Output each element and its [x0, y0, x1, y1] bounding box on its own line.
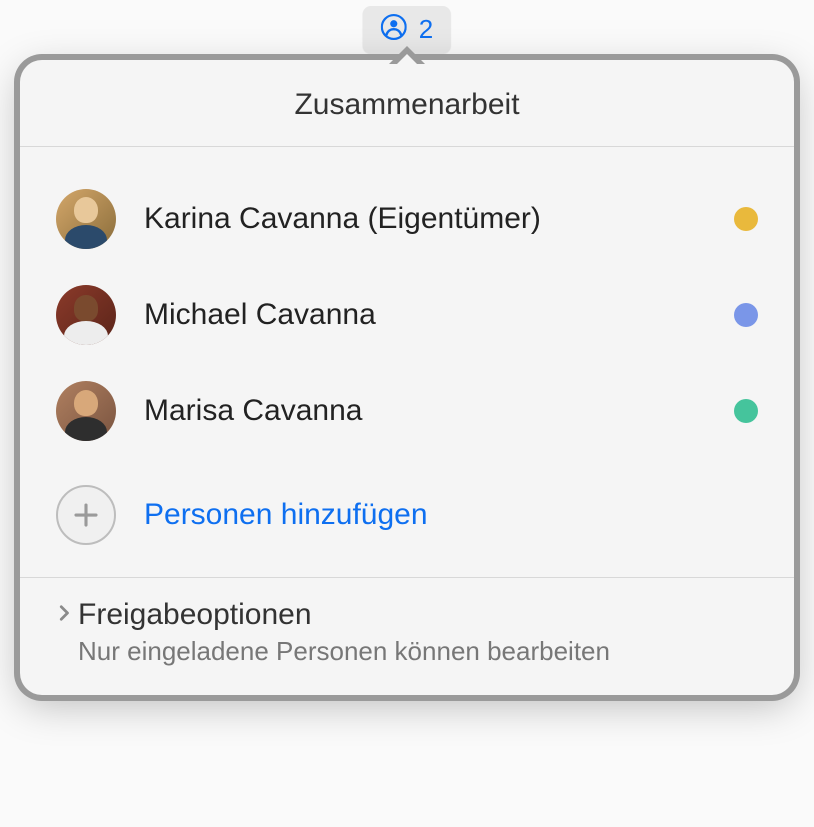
add-people-label: Personen hinzufügen	[144, 498, 428, 532]
add-people-button[interactable]: Personen hinzufügen	[20, 467, 794, 577]
collaborator-count: 2	[419, 14, 433, 45]
avatar	[56, 285, 116, 345]
collaboration-popover: Zusammenarbeit Karina Cavanna (Eigentüme…	[20, 60, 794, 695]
participant-name: Marisa Cavanna	[144, 394, 706, 428]
person-icon	[381, 14, 407, 45]
participant-row[interactable]: Marisa Cavanna	[56, 363, 758, 459]
presence-indicator	[734, 207, 758, 231]
participants-list: Karina Cavanna (Eigentümer) Michael Cava…	[20, 147, 794, 467]
participant-name: Michael Cavanna	[144, 298, 706, 332]
plus-icon	[56, 485, 116, 545]
presence-indicator	[734, 303, 758, 327]
participant-row[interactable]: Michael Cavanna	[56, 267, 758, 363]
avatar	[56, 189, 116, 249]
avatar	[56, 381, 116, 441]
share-options-title: Freigabeoptionen	[78, 598, 312, 632]
presence-indicator	[734, 399, 758, 423]
share-options-description: Nur eingeladene Personen können bearbeit…	[78, 636, 758, 667]
participant-name: Karina Cavanna (Eigentümer)	[144, 202, 706, 236]
popover-title: Zusammenarbeit	[20, 60, 794, 147]
participant-row[interactable]: Karina Cavanna (Eigentümer)	[56, 171, 758, 267]
share-options-button[interactable]: Freigabeoptionen Nur eingeladene Persone…	[20, 577, 794, 695]
chevron-right-icon	[56, 603, 74, 628]
